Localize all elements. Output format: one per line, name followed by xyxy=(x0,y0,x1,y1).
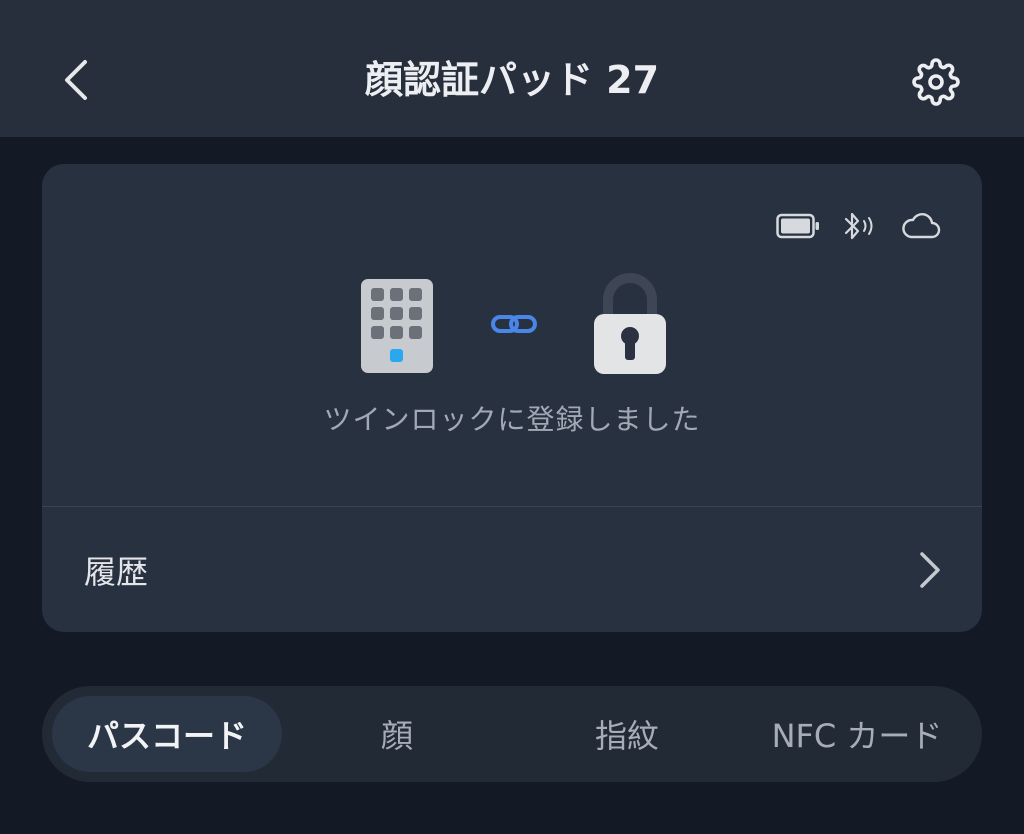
tab-passcode[interactable]: パスコード xyxy=(52,696,282,772)
registration-status-message: ツインロックに登録しました xyxy=(323,403,701,436)
credential-tab-bar: パスコード 顔 指紋 NFC カード xyxy=(42,686,982,782)
device-status-icons xyxy=(776,208,942,244)
bluetooth-icon xyxy=(842,211,878,241)
tab-fingerprint[interactable]: 指紋 xyxy=(512,696,742,772)
chevron-right-icon xyxy=(920,552,940,588)
tab-label: NFC カード xyxy=(771,717,943,755)
tab-label: パスコード xyxy=(86,717,247,755)
padlock-icon xyxy=(594,273,666,374)
chevron-left-icon xyxy=(65,60,87,100)
page-title: 顔認証パッド 27 xyxy=(364,58,660,102)
tab-label: 指紋 xyxy=(594,717,659,755)
paired-devices xyxy=(360,272,670,376)
tab-label: 顔 xyxy=(380,717,413,755)
cloud-icon xyxy=(900,211,942,241)
history-row[interactable]: 履歴 xyxy=(42,507,982,632)
tab-face[interactable]: 顔 xyxy=(282,696,512,772)
link-icon xyxy=(491,315,537,333)
tab-nfc-card[interactable]: NFC カード xyxy=(742,696,972,772)
device-card: ツインロックに登録しました 履歴 xyxy=(42,164,982,632)
settings-button[interactable] xyxy=(908,54,964,110)
back-button[interactable] xyxy=(50,52,102,108)
battery-icon xyxy=(776,213,820,239)
app-header: 顔認証パッド 27 xyxy=(0,0,1024,137)
keypad-icon xyxy=(361,279,433,373)
history-label: 履歴 xyxy=(84,553,149,591)
gear-icon xyxy=(912,58,960,106)
